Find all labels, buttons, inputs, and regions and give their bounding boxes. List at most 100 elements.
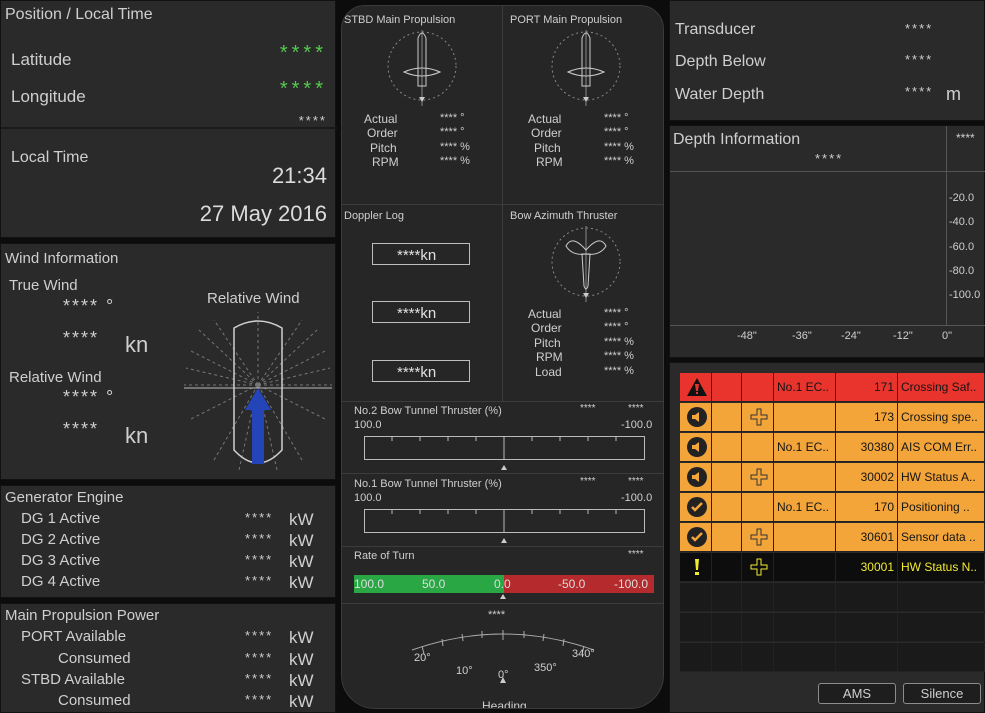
- stbd-pitch-value: **** %: [440, 141, 470, 153]
- alarm-row[interactable]: No.1 EC.. 30380 AIS COM Err..: [680, 433, 985, 462]
- alarm-cross-cell: [742, 493, 774, 521]
- alarm-cross-cell: [742, 373, 774, 401]
- doppler-title: Doppler Log: [344, 210, 404, 222]
- cross-icon: [742, 553, 774, 581]
- port-propeller-icon: [551, 30, 621, 106]
- depth-x-tick-2: -24": [841, 330, 861, 342]
- alarm-text: Crossing Saf..: [898, 373, 985, 401]
- alarm-row[interactable]: [680, 583, 985, 612]
- alarm-empty-cell: [774, 613, 836, 641]
- depth-y-tick-2: -60.0: [949, 241, 975, 253]
- ams-button[interactable]: AMS: [818, 683, 896, 704]
- bow-az-load-label: Load: [535, 365, 562, 379]
- alarm-row[interactable]: 30001 HW Status N..: [680, 553, 985, 582]
- bow-az-rpm-label: RPM: [536, 350, 563, 364]
- relative-wind-title: Relative Wind: [207, 290, 300, 307]
- heading-value: ****: [488, 609, 506, 621]
- rot-label-3: -50.0: [558, 577, 586, 591]
- tunnel2-value-1: ****: [580, 403, 596, 414]
- port-consumed-value: ****: [245, 650, 274, 665]
- alarm-empty-cell: [712, 613, 742, 641]
- generator-title: Generator Engine: [5, 489, 124, 506]
- rot-marker: [500, 594, 506, 599]
- port-actual-label: Actual: [528, 112, 562, 126]
- port-actual-value: **** °: [604, 112, 629, 124]
- stbd-order-label: Order: [367, 126, 398, 140]
- stbd-actual-label: Actual: [364, 112, 398, 126]
- position-title: Position / Local Time: [5, 6, 153, 23]
- alarm-empty-cell: [680, 583, 712, 611]
- rot-value: ****: [628, 549, 644, 560]
- alarm-row[interactable]: 173 Crossing spe..: [680, 403, 985, 432]
- dg2-label: DG 2 Active: [21, 531, 101, 548]
- rot-title: Rate of Turn: [354, 550, 415, 562]
- stbd-consumed-label: Consumed: [58, 692, 131, 709]
- bow-azimuth-propeller-icon: [551, 226, 621, 302]
- dg3-value: ****: [245, 552, 274, 567]
- port-available-unit: kW: [289, 628, 314, 647]
- tunnel2-scale: [391, 436, 617, 470]
- depth-below-label: Depth Below: [675, 53, 766, 70]
- alarm-row[interactable]: No.1 EC.. 170 Positioning ..: [680, 493, 985, 522]
- alarm-id: 30380: [836, 433, 898, 461]
- heading-tick-2: 0°: [498, 669, 509, 681]
- depth-x-tick-1: -36": [792, 330, 812, 342]
- bow-az-rpm-value: **** %: [604, 350, 634, 362]
- alarm-empty-cell: [774, 643, 836, 671]
- doppler-value-2: ****: [397, 305, 421, 322]
- alarm-empty-cell: [836, 613, 898, 641]
- alarm-empty-cell: [836, 583, 898, 611]
- transducer-label: Transducer: [675, 21, 756, 38]
- stbd-consumed-value: ****: [245, 692, 274, 707]
- silence-button[interactable]: Silence: [903, 683, 981, 704]
- tunnel2-title: No.2 Bow Tunnel Thruster (%): [354, 405, 502, 417]
- alarm-row[interactable]: [680, 613, 985, 642]
- wind-title: Wind Information: [5, 250, 119, 267]
- port-available-value: ****: [245, 628, 274, 643]
- position-panel: Position / Local Time Latitude **** Long…: [0, 0, 337, 238]
- depth-x-tick-0: -48": [737, 330, 757, 342]
- rot-label-2: 0.0: [494, 577, 511, 591]
- doppler-value-3: ****: [397, 364, 421, 381]
- alarm-source: [774, 403, 836, 431]
- stbd-order-value: **** °: [440, 126, 465, 138]
- longitude-label: Longitude: [11, 87, 86, 106]
- alarm-ack-cell: [712, 463, 742, 491]
- heading-tick-3: 350°: [534, 662, 557, 674]
- alarm-row[interactable]: 30601 Sensor data ..: [680, 523, 985, 552]
- alarm-text: HW Status A..: [898, 463, 985, 491]
- dg4-value: ****: [245, 573, 274, 588]
- wind-panel: Wind Information True Wind **** ° **** k…: [0, 243, 336, 480]
- stbd-available-unit: kW: [289, 671, 314, 690]
- bow-az-order-value: **** °: [604, 321, 629, 333]
- alarm-empty-cell: [898, 583, 985, 611]
- heading-tick-0: 20°: [414, 652, 431, 664]
- relative-wind-ship-diagram: [184, 312, 332, 471]
- alarm-row[interactable]: [680, 643, 985, 672]
- true-wind-direction: **** °: [63, 296, 116, 316]
- alarm-source: [774, 523, 836, 551]
- main-power-title: Main Propulsion Power: [5, 607, 160, 624]
- latitude-value: ****: [279, 42, 327, 64]
- dg1-label: DG 1 Active: [21, 510, 101, 527]
- cross-icon: [742, 523, 774, 551]
- alarm-empty-cell: [742, 643, 774, 671]
- bow-az-pitch-value: **** %: [604, 336, 634, 348]
- propulsion-panel: STBD Main Propulsion Actual **** ° Order…: [341, 5, 664, 709]
- alarm-id: 170: [836, 493, 898, 521]
- true-wind-speed-unit: kn: [125, 332, 149, 357]
- stbd-available-value: ****: [245, 671, 274, 686]
- generator-panel: Generator Engine DG 1 Active **** kW DG …: [0, 485, 336, 598]
- depth-y-tick-4: -100.0: [949, 289, 981, 301]
- depth-summary-panel: Transducer **** Depth Below **** Water D…: [669, 0, 985, 121]
- alarm-empty-cell: [836, 643, 898, 671]
- alarm-panel: No.1 EC.. 171 Crossing Saf.. 173 Crossing sp…: [669, 362, 985, 713]
- doppler-unit-2: kn: [420, 305, 437, 322]
- transducer-value: ****: [905, 21, 934, 36]
- alarm-row[interactable]: 30002 HW Status A..: [680, 463, 985, 492]
- relative-wind-speed: ****: [63, 419, 100, 439]
- dg4-label: DG 4 Active: [21, 573, 101, 590]
- port-available-label: PORT Available: [21, 628, 127, 645]
- speaker-icon: [680, 403, 712, 431]
- alarm-row[interactable]: No.1 EC.. 171 Crossing Saf..: [680, 373, 985, 402]
